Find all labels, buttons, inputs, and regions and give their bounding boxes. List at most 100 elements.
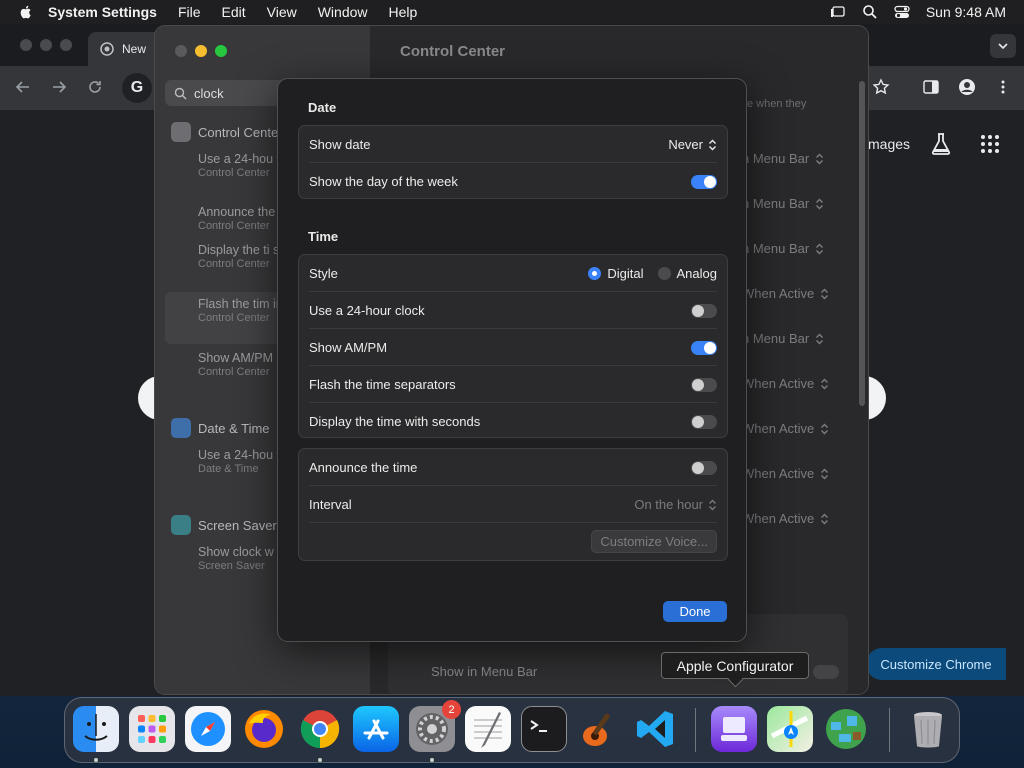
safari-icon[interactable]	[185, 706, 231, 752]
google-apps-icon[interactable]	[980, 134, 1000, 154]
customize-voice-row: Customize Voice...	[299, 523, 727, 560]
launchpad-icon[interactable]	[129, 706, 175, 752]
updown-chevron-icon	[821, 468, 829, 479]
use-24-hour-label: Use a 24-hour clock	[309, 303, 425, 318]
show-day-of-week-row: Show the day of the week	[299, 163, 727, 200]
minimize-window-button[interactable]	[195, 45, 207, 57]
interval-popup[interactable]: On the hour	[634, 497, 717, 512]
customize-voice-button[interactable]: Customize Voice...	[591, 530, 717, 553]
style-row: Style Digital Analog	[299, 255, 727, 292]
flash-separators-toggle[interactable]	[691, 377, 717, 392]
search-value: clock	[194, 85, 224, 101]
sidebar-group-control-center[interactable]: Control Cente	[171, 122, 278, 142]
updown-chevron-icon	[709, 139, 716, 150]
window-controls	[175, 45, 235, 57]
use-24-hour-toggle[interactable]	[691, 303, 717, 318]
menu-bar-visibility-popup[interactable]: n Menu Bar	[742, 241, 824, 256]
chrome-tab-search-button[interactable]	[990, 34, 1016, 58]
garageband-icon[interactable]	[577, 706, 623, 752]
menu-bar-clock[interactable]: Sun 9:48 AM	[926, 4, 1006, 20]
show-ampm-toggle[interactable]	[691, 340, 717, 355]
finder-icon[interactable]	[73, 706, 119, 752]
terminal-icon[interactable]	[521, 706, 567, 752]
updown-chevron-icon	[816, 153, 824, 164]
control-center-icon	[171, 122, 191, 142]
zoom-window-button[interactable]	[215, 45, 227, 57]
menu-bar-visibility-popup[interactable]: When Active	[742, 376, 829, 391]
menu-edit[interactable]: Edit	[222, 4, 246, 20]
close-window-button[interactable]	[175, 45, 187, 57]
done-button[interactable]: Done	[663, 601, 727, 622]
menu-view[interactable]: View	[267, 4, 297, 20]
dock-separator	[889, 708, 890, 752]
show-ampm-label: Show AM/PM	[309, 340, 388, 355]
style-analog-radio[interactable]: Analog	[657, 266, 717, 281]
display-seconds-row: Display the time with seconds	[299, 403, 727, 440]
menu-window[interactable]: Window	[318, 4, 368, 20]
scrollbar[interactable]	[859, 81, 865, 406]
google-logo[interactable]: G	[122, 73, 152, 103]
menu-bar-visibility-popup[interactable]: When Active	[742, 511, 829, 526]
textedit-icon[interactable]	[465, 706, 511, 752]
announce-time-label: Announce the time	[309, 460, 418, 475]
dock: 2	[64, 697, 960, 763]
customize-chrome-button[interactable]: Customize Chrome	[866, 648, 1006, 680]
updown-chevron-icon	[821, 378, 829, 389]
updown-chevron-icon	[816, 198, 824, 209]
vscode-icon[interactable]	[633, 706, 679, 752]
back-arrow-icon[interactable]	[14, 78, 32, 96]
chrome-tab-title: New	[122, 42, 147, 56]
apple-configurator-icon[interactable]	[711, 706, 757, 752]
bookmark-star-icon[interactable]	[872, 78, 890, 96]
radio-unselected-icon	[657, 267, 671, 280]
show-in-menu-bar-label: Show in Menu Bar	[431, 664, 538, 679]
show-ampm-row: Show AM/PM	[299, 329, 727, 366]
show-date-row: Show date Never	[299, 126, 727, 163]
display-seconds-toggle[interactable]	[691, 414, 717, 429]
date-settings-group: Show date Never Show the day of the week	[298, 125, 728, 199]
more-vertical-icon[interactable]	[994, 78, 1012, 96]
menu-help[interactable]: Help	[389, 4, 418, 20]
maps-icon[interactable]	[767, 706, 813, 752]
menu-bar-visibility-popup[interactable]: n Menu Bar	[742, 151, 824, 166]
style-digital-radio[interactable]: Digital	[588, 266, 644, 281]
chrome-window-controls	[20, 39, 80, 51]
system-settings-icon[interactable]: 2	[409, 700, 461, 752]
app-store-icon[interactable]	[353, 706, 399, 752]
show-date-popup[interactable]: Never	[668, 137, 717, 152]
google-images-link[interactable]: mages	[868, 136, 910, 152]
announce-settings-group: Announce the time Interval On the hour C…	[298, 448, 728, 561]
profile-icon[interactable]	[958, 78, 976, 96]
labs-flask-icon[interactable]	[930, 132, 952, 156]
reload-icon[interactable]	[86, 78, 104, 96]
chrome-icon[interactable]	[297, 706, 343, 752]
side-panel-icon[interactable]	[922, 78, 940, 96]
notification-badge: 2	[442, 700, 461, 719]
menu-bar-visibility-popup[interactable]: When Active	[742, 466, 829, 481]
trash-icon[interactable]	[905, 706, 951, 752]
firefox-icon[interactable]	[241, 706, 287, 752]
menu-bar-visibility-popup[interactable]: n Menu Bar	[742, 331, 824, 346]
menu-bar-visibility-popup[interactable]: When Active	[742, 286, 829, 301]
menu-bar-visibility-popup[interactable]: n Menu Bar	[742, 196, 824, 211]
page-title: Control Center	[400, 43, 505, 60]
menu-file[interactable]: File	[178, 4, 201, 20]
show-day-of-week-toggle[interactable]	[691, 174, 717, 189]
updown-chevron-icon	[709, 499, 716, 510]
spotlight-icon[interactable]	[862, 4, 878, 20]
interval-row: Interval On the hour	[299, 486, 727, 523]
flash-separators-label: Flash the time separators	[309, 377, 456, 392]
show-in-menu-bar-toggle[interactable]	[813, 665, 839, 679]
control-center-icon[interactable]	[894, 4, 910, 20]
sidebar-group-screen-saver[interactable]: Screen Saver	[171, 515, 277, 535]
menu-app-name[interactable]: System Settings	[48, 4, 157, 20]
chevron-down-icon	[998, 43, 1008, 50]
sidebar-group-date-time[interactable]: Date & Time	[171, 418, 270, 438]
announce-time-toggle[interactable]	[691, 460, 717, 475]
menu-bar-visibility-popup[interactable]: When Active	[742, 421, 829, 436]
apple-menu-icon[interactable]	[18, 4, 34, 20]
stage-manager-icon[interactable]	[830, 4, 846, 20]
minecraft-icon[interactable]	[823, 706, 869, 752]
date-section-title: Date	[308, 100, 337, 115]
forward-arrow-icon[interactable]	[50, 78, 68, 96]
